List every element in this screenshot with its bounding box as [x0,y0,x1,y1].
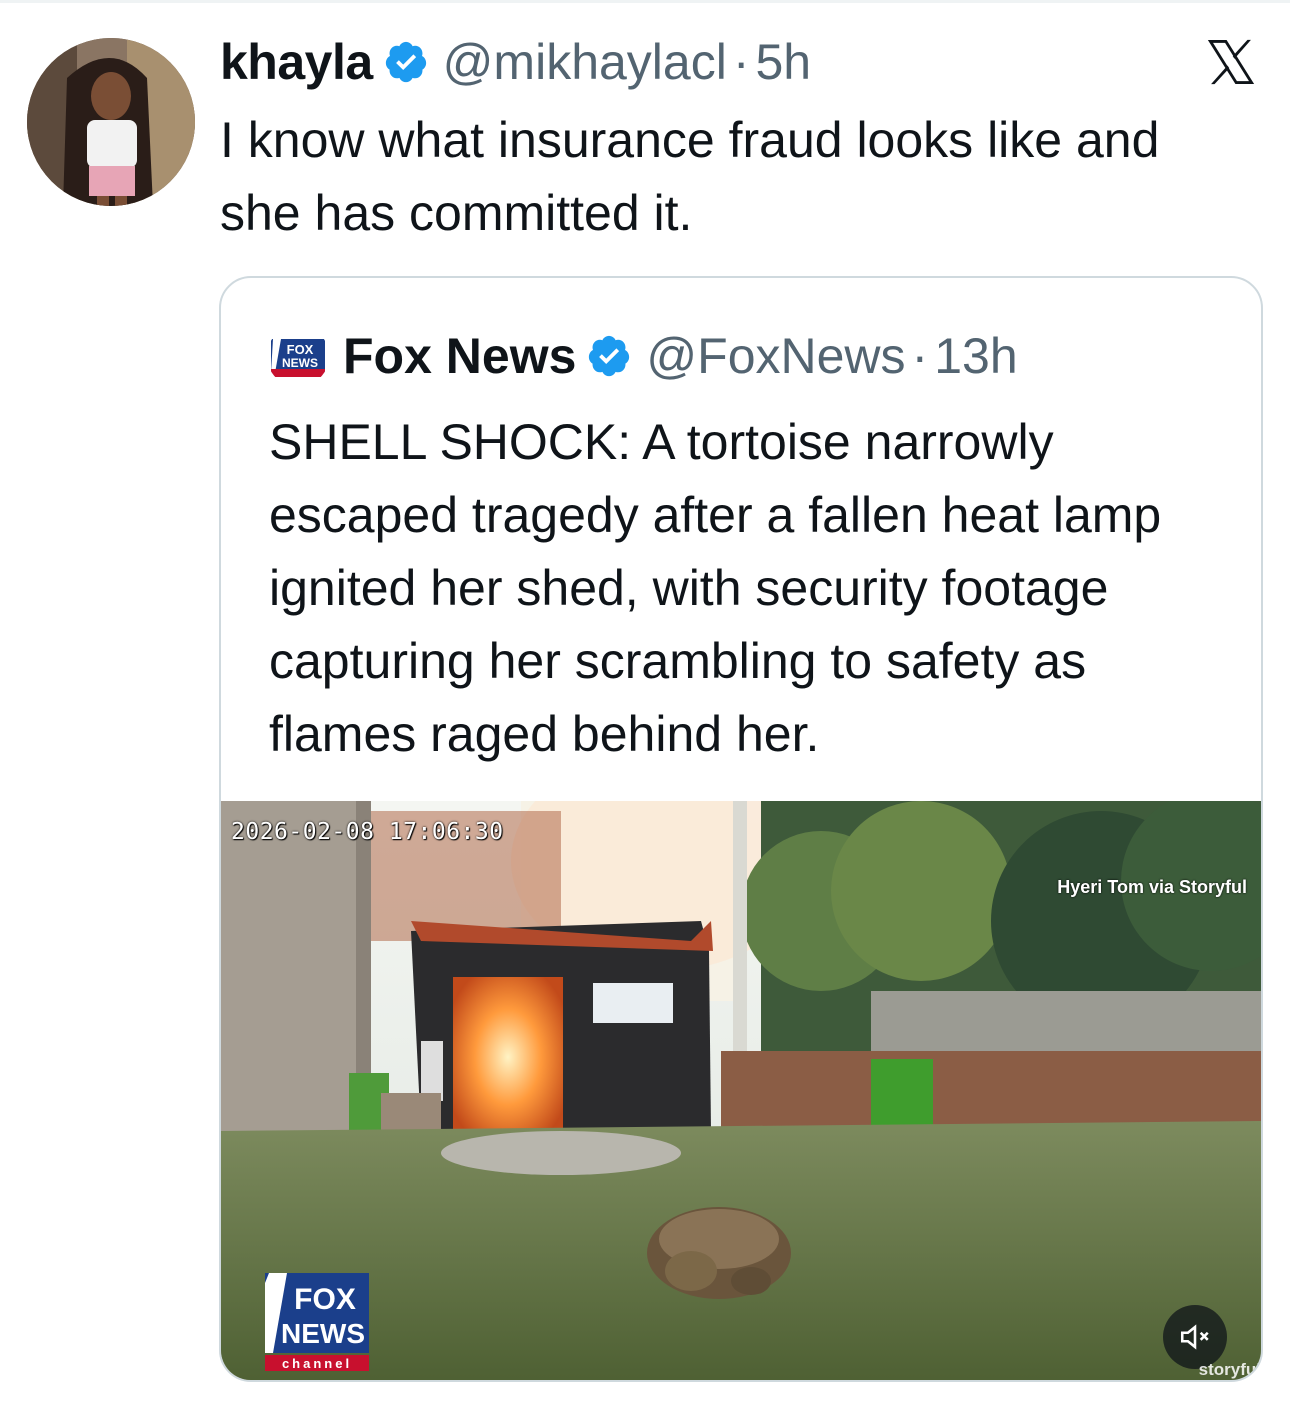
quoted-post-time[interactable]: 13h [934,327,1017,385]
storyful-watermark: storyful [1198,1360,1261,1379]
fox-news-logo-icon: FOX NEWS [267,325,329,387]
svg-text:FOX: FOX [294,1283,356,1316]
verified-badge-icon [589,335,630,377]
video-timestamp-overlay: 2026-02-08 17:06:30 [231,819,504,845]
quoted-author-name[interactable]: Fox News [343,327,576,385]
post-header: khayla @mikhaylacl · 5h [220,30,811,94]
verified-badge-icon [385,41,426,83]
author-handle[interactable]: @mikhaylacl [443,33,727,91]
svg-text:FOX: FOX [287,342,314,357]
video-player[interactable]: 2026-02-08 17:06:30 Hyeri Tom via Storyf… [221,801,1261,1380]
post-time[interactable]: 5h [755,33,811,91]
top-divider [0,0,1290,3]
quoted-post-card[interactable]: FOX NEWS Fox News @FoxNews · 13h SHELL S… [219,276,1263,1382]
author-name[interactable]: khayla [220,33,373,91]
fox-news-avatar[interactable]: FOX NEWS [267,325,329,387]
svg-text:channel: channel [282,1356,352,1371]
fox-news-watermark-icon: FOX NEWS channel [265,1273,369,1371]
quoted-post-text: SHELL SHOCK: A tortoise narrowly escaped… [269,414,1162,762]
x-logo-icon[interactable] [1203,36,1259,88]
quoted-author-handle[interactable]: @FoxNews [646,327,905,385]
svg-text:NEWS: NEWS [282,356,318,370]
separator-dot: · [911,328,929,384]
author-avatar[interactable] [27,38,195,206]
video-credit-overlay: Hyeri Tom via Storyful [1057,877,1247,897]
muted-speaker-icon [1180,1324,1209,1350]
quoted-post-header: FOX NEWS Fox News @FoxNews · 13h [267,322,1018,390]
avatar-image [27,38,195,206]
separator-dot: · [732,34,750,90]
svg-text:NEWS: NEWS [281,1318,365,1349]
post-text: I know what insurance fraud looks like a… [220,112,1160,241]
